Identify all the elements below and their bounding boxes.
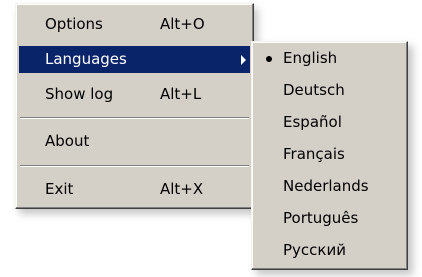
menu-item-shortcut: Alt+L	[160, 85, 202, 103]
language-item-russian[interactable]: Русский	[255, 237, 404, 264]
languages-submenu: English Deutsch Español Français Nederla…	[251, 41, 408, 270]
menu-item-label: Exit	[45, 180, 74, 198]
submenu-arrow-icon	[241, 55, 246, 65]
menu-item-label: About	[45, 132, 90, 150]
menu-item-shortcut: Alt+X	[160, 180, 204, 198]
language-item-portugues[interactable]: Português	[255, 205, 404, 232]
menu-item-languages[interactable]: Languages	[19, 46, 250, 73]
language-label: Português	[283, 209, 359, 227]
menu-item-exit[interactable]: Exit Alt+X	[19, 176, 250, 203]
menu-separator	[20, 117, 249, 119]
menu-item-options[interactable]: Options Alt+O	[19, 11, 250, 38]
menu-item-label: Options	[45, 15, 103, 33]
menu-separator	[20, 165, 249, 167]
menu-item-label: Show log	[45, 85, 114, 103]
main-menu: Options Alt+O Languages Show log Alt+L A…	[15, 3, 254, 209]
menu-item-about[interactable]: About	[19, 128, 250, 155]
language-item-deutsch[interactable]: Deutsch	[255, 77, 404, 104]
language-label: Русский	[283, 241, 346, 259]
language-label: Français	[283, 145, 345, 163]
language-label: Nederlands	[283, 177, 369, 195]
radio-dot-icon	[266, 56, 272, 62]
language-label: Deutsch	[283, 81, 345, 99]
language-item-espanol[interactable]: Español	[255, 109, 404, 136]
menu-item-label: Languages	[45, 50, 127, 68]
language-item-francais[interactable]: Français	[255, 141, 404, 168]
language-label: Español	[283, 113, 342, 131]
language-label: English	[283, 49, 338, 67]
menu-item-shortcut: Alt+O	[160, 15, 205, 33]
menu-item-show-log[interactable]: Show log Alt+L	[19, 81, 250, 108]
language-item-english[interactable]: English	[255, 45, 404, 72]
language-item-nederlands[interactable]: Nederlands	[255, 173, 404, 200]
